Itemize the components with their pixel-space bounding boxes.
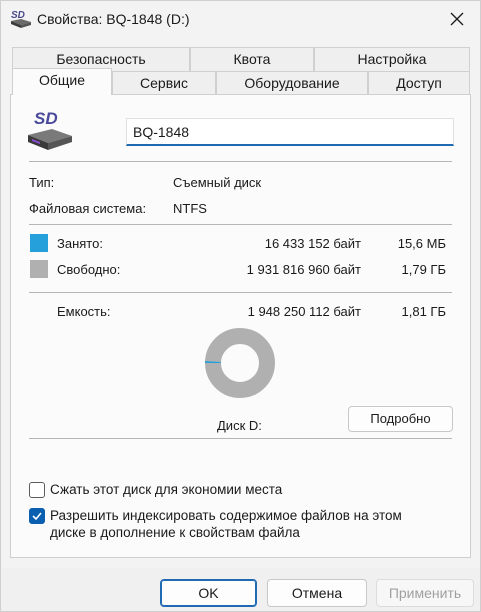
used-space-swatch bbox=[30, 234, 48, 252]
compress-checkbox[interactable] bbox=[29, 482, 45, 498]
filesystem-value: NTFS bbox=[173, 201, 207, 216]
divider bbox=[29, 292, 452, 293]
compress-label[interactable]: Сжать этот диск для экономии места bbox=[50, 482, 282, 497]
ok-button[interactable]: OK bbox=[160, 579, 257, 607]
checkmark-icon bbox=[32, 512, 42, 521]
cancel-button[interactable]: Отмена bbox=[267, 579, 367, 607]
free-space-ring bbox=[205, 328, 275, 398]
tab-general[interactable]: Общие bbox=[12, 68, 112, 95]
type-label: Тип: bbox=[29, 175, 55, 190]
sd-card-icon: SD bbox=[9, 7, 33, 31]
used-label: Занято: bbox=[57, 236, 103, 251]
divider bbox=[29, 438, 452, 439]
removable-sd-drive-icon: SD bbox=[26, 109, 74, 153]
tab-quota[interactable]: Квота bbox=[190, 47, 314, 71]
close-icon bbox=[450, 12, 464, 26]
used-size: 15,6 МБ bbox=[397, 236, 446, 251]
divider bbox=[29, 224, 452, 225]
capacity-label: Емкость: bbox=[57, 304, 111, 319]
index-label-line2[interactable]: диске в дополнение к свойствам файла bbox=[50, 525, 300, 540]
free-bytes: 1 931 816 960 байт bbox=[246, 262, 361, 277]
close-button[interactable] bbox=[442, 5, 472, 33]
apply-button[interactable]: Применить bbox=[376, 579, 474, 607]
filesystem-label: Файловая система: bbox=[29, 201, 147, 216]
svg-text:SD: SD bbox=[11, 10, 25, 21]
properties-dialog: SD Свойства: BQ-1848 (D:) Безопасность К… bbox=[0, 0, 481, 612]
drive-name-input[interactable] bbox=[126, 118, 454, 146]
tab-sharing[interactable]: Доступ bbox=[368, 71, 470, 95]
index-checkbox[interactable] bbox=[29, 508, 45, 524]
details-button[interactable]: Подробно bbox=[348, 406, 453, 432]
capacity-bytes: 1 948 250 112 байт bbox=[247, 304, 361, 319]
free-size: 1,79 ГБ bbox=[401, 262, 446, 277]
tab-hardware[interactable]: Оборудование bbox=[216, 71, 368, 95]
tab-settings[interactable]: Настройка bbox=[314, 47, 470, 71]
used-bytes: 16 433 152 байт bbox=[264, 236, 361, 251]
disk-label: Диск D: bbox=[217, 418, 262, 433]
tab-service[interactable]: Сервис bbox=[112, 71, 216, 95]
type-value: Съемный диск bbox=[173, 175, 262, 190]
index-label-line1[interactable]: Разрешить индексировать содержимое файло… bbox=[50, 508, 402, 523]
window-title: Свойства: BQ-1848 (D:) bbox=[37, 11, 190, 27]
free-space-swatch bbox=[30, 260, 48, 278]
disk-usage-donut bbox=[205, 328, 275, 398]
capacity-size: 1,81 ГБ bbox=[401, 304, 446, 319]
svg-text:SD: SD bbox=[34, 109, 58, 128]
free-label: Свободно: bbox=[57, 262, 121, 277]
title-bar: SD Свойства: BQ-1848 (D:) bbox=[1, 1, 480, 37]
divider bbox=[29, 161, 452, 162]
